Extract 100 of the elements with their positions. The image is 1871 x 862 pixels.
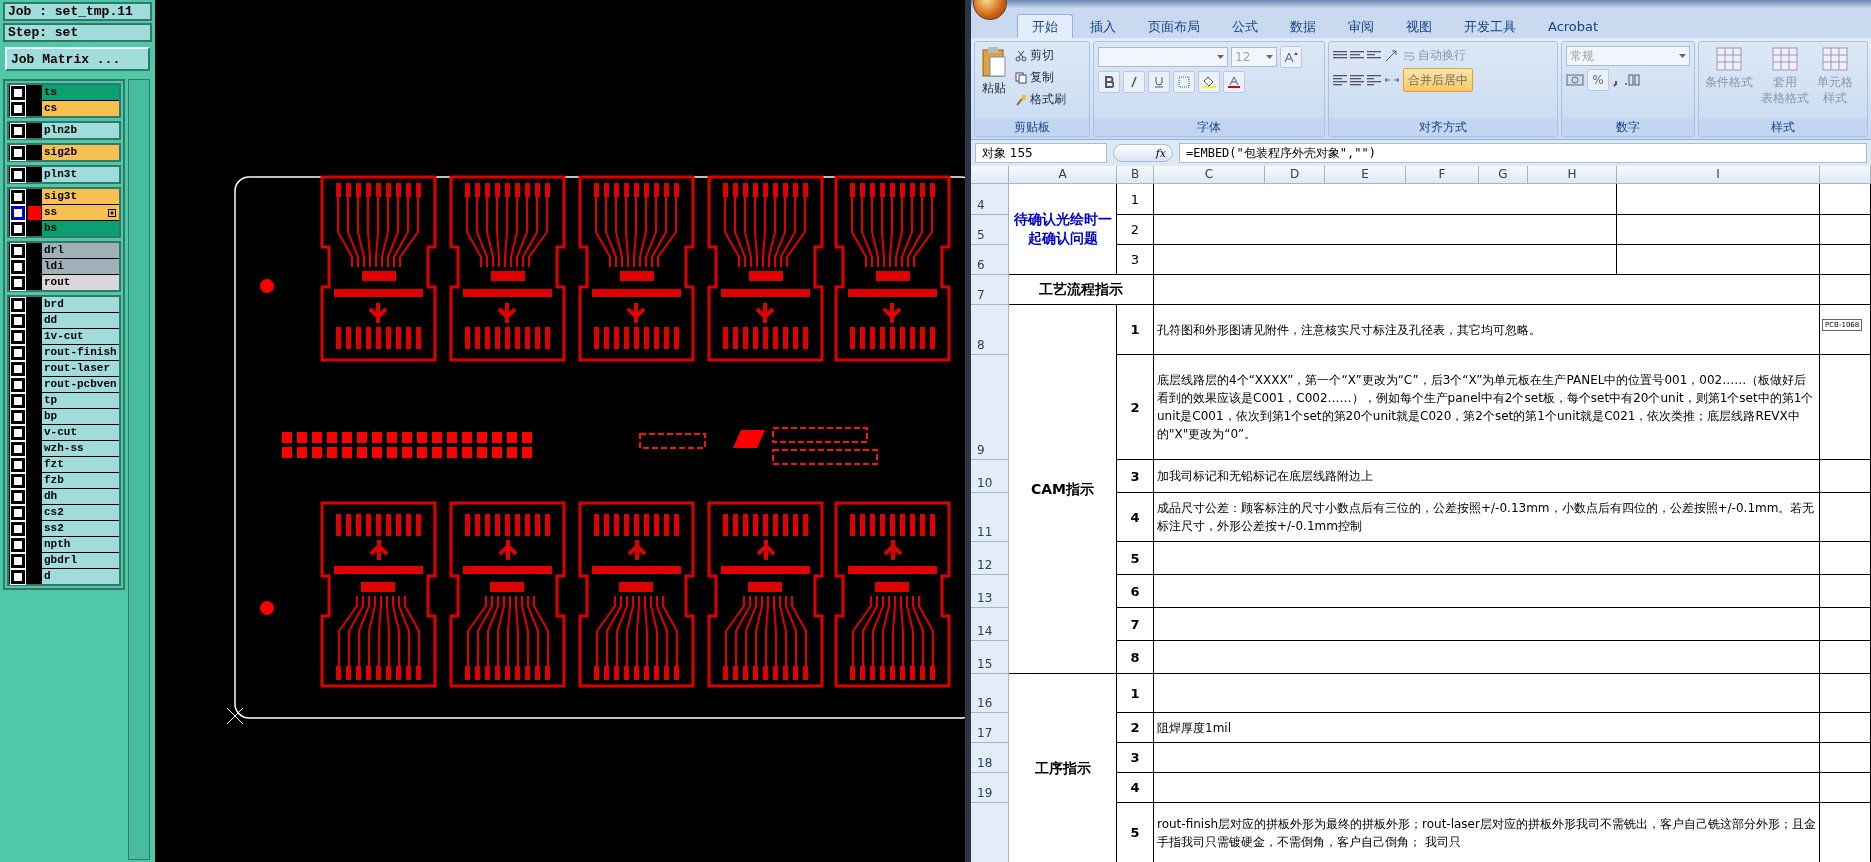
row-number[interactable]: 13	[971, 575, 1009, 608]
column-header[interactable]: F	[1406, 166, 1479, 183]
layer-name[interactable]: gbdrl	[42, 553, 119, 568]
layer-name[interactable]: pln3t	[42, 167, 119, 182]
group-label: 对齐方式	[1329, 118, 1557, 136]
bold-button[interactable]	[1098, 71, 1120, 93]
layer-name[interactable]: dh	[42, 489, 119, 504]
ribbon-tab[interactable]: 开发工具	[1449, 14, 1531, 38]
column-header[interactable]: G	[1479, 166, 1528, 183]
row-number[interactable]: 8	[971, 305, 1009, 355]
scrollbar-track[interactable]	[128, 79, 150, 860]
row-number[interactable]: 7	[971, 275, 1009, 305]
layer-name[interactable]: sig2b	[42, 145, 119, 160]
row-number[interactable]: 5	[971, 215, 1009, 245]
borders-icon	[1178, 76, 1190, 88]
layer-checkbox[interactable]	[11, 205, 25, 220]
job-matrix-button[interactable]: Job Matrix ...	[5, 47, 150, 71]
row-number[interactable]: 10	[971, 460, 1009, 493]
layer-name[interactable]: wzh-ss	[42, 441, 119, 456]
layer-name[interactable]: cs2	[42, 505, 119, 520]
ribbon-tab[interactable]: 视图	[1391, 14, 1447, 38]
layer-name[interactable]: rout	[42, 275, 119, 290]
caret-icon[interactable]	[1679, 54, 1686, 58]
column-header[interactable]: A	[1009, 166, 1117, 183]
column-header[interactable]: C	[1154, 166, 1265, 183]
row-number[interactable]: 11	[971, 493, 1009, 542]
layer-name[interactable]: sig3t	[42, 189, 119, 204]
text-orientation-icon[interactable]	[1384, 49, 1398, 62]
row-number[interactable]: 18	[971, 743, 1009, 773]
layer-name[interactable]: drl	[42, 243, 119, 258]
row-number[interactable]: 15	[971, 641, 1009, 674]
column-header[interactable]: E	[1325, 166, 1406, 183]
table-grid-icon	[1821, 46, 1849, 72]
layer-name[interactable]: ss2	[42, 521, 119, 536]
ribbon-tab[interactable]: 页面布局	[1133, 14, 1215, 38]
layer-name[interactable]: bp	[42, 409, 119, 424]
align-lines-icon[interactable]	[1350, 74, 1364, 86]
row-number[interactable]: 9	[971, 355, 1009, 460]
group-label: 数字	[1562, 118, 1694, 136]
caret-icon[interactable]	[1266, 55, 1273, 59]
group-label: 样式	[1699, 118, 1867, 136]
column-header[interactable]: H	[1528, 166, 1617, 183]
paste-button[interactable]: 粘贴	[979, 46, 1009, 114]
formula-field[interactable]: =EMBED("包装程序外壳对象","")	[1179, 143, 1867, 163]
ribbon-tab[interactable]: 数据	[1275, 14, 1331, 38]
section-title: CAM指示	[1009, 305, 1117, 674]
copy-button[interactable]: 复制	[1013, 68, 1068, 87]
column-header[interactable]: B	[1117, 166, 1154, 183]
layer-name[interactable]: cs	[42, 101, 119, 116]
row-number[interactable]: 17	[971, 713, 1009, 743]
grow-font-button[interactable]	[1280, 46, 1302, 68]
layer-name[interactable]: v-cut	[42, 425, 119, 440]
layer-name[interactable]: rout-finish	[42, 345, 119, 360]
layer-name[interactable]: rout-laser	[42, 361, 119, 376]
row-number[interactable]: 14	[971, 608, 1009, 641]
row-number[interactable]: 6	[971, 245, 1009, 275]
layer-name[interactable]: fzt	[42, 457, 119, 472]
layer-name[interactable]: bs	[42, 221, 119, 236]
row-number[interactable]: 16	[971, 674, 1009, 713]
layer-name[interactable]: ldi	[42, 259, 119, 274]
layer-name[interactable]: ss	[42, 205, 119, 220]
layer-name[interactable]: brd	[42, 297, 119, 312]
ribbon-tab[interactable]: 开始	[1017, 14, 1073, 38]
job-name-field: Job : set_tmp.11	[3, 2, 152, 21]
wrap-text-icon	[1403, 50, 1415, 61]
ribbon-tab[interactable]: 公式	[1217, 14, 1273, 38]
row-number[interactable]: 19	[971, 773, 1009, 803]
layer-name[interactable]: 1v-cut	[42, 329, 119, 344]
row-number[interactable]: 4	[971, 184, 1009, 215]
expand-icon[interactable]	[108, 209, 116, 217]
layer-name[interactable]: rout-pcbven	[42, 377, 119, 392]
format-painter-button[interactable]: 格式刷	[1013, 90, 1068, 109]
function-button[interactable]: fx	[1113, 144, 1173, 162]
font-name-field[interactable]	[1098, 47, 1228, 67]
layer-name[interactable]: pln2b	[42, 123, 119, 138]
font-color-button[interactable]	[1223, 71, 1245, 93]
layer-name[interactable]: d	[42, 569, 119, 584]
fill-color-button[interactable]	[1198, 71, 1220, 93]
layer-name[interactable]: fzb	[42, 473, 119, 488]
merge-center-button[interactable]: 合并后居中	[1403, 68, 1473, 92]
cut-button[interactable]: 剪切	[1013, 46, 1068, 65]
column-header[interactable]: I	[1617, 166, 1820, 183]
layer-name[interactable]: tp	[42, 393, 119, 408]
column-header[interactable]: D	[1265, 166, 1325, 183]
ribbon-tab[interactable]: 插入	[1075, 14, 1131, 38]
row-number[interactable]: 12	[971, 542, 1009, 575]
ribbon-tab[interactable]: 审阅	[1333, 14, 1389, 38]
instruction-text: 孔符图和外形图请见附件，注意核实尺寸标注及孔径表，其它均可忽略。	[1154, 305, 1820, 355]
currency-icon[interactable]	[1566, 73, 1584, 87]
name-box[interactable]: 对象 155	[975, 143, 1107, 163]
decimal-icon[interactable]	[1623, 73, 1641, 87]
layer-name[interactable]: dd	[42, 313, 119, 328]
layer-name[interactable]: npth	[42, 537, 119, 552]
ribbon-tab[interactable]: Acrobat	[1533, 14, 1614, 38]
layer-name[interactable]: ts	[42, 85, 119, 100]
caret-icon[interactable]	[1217, 55, 1224, 59]
percent-button[interactable]: %	[1587, 69, 1609, 91]
align-lines-icon[interactable]	[1333, 74, 1347, 86]
italic-button[interactable]	[1123, 71, 1145, 93]
align-lines-icon[interactable]	[1367, 74, 1381, 86]
